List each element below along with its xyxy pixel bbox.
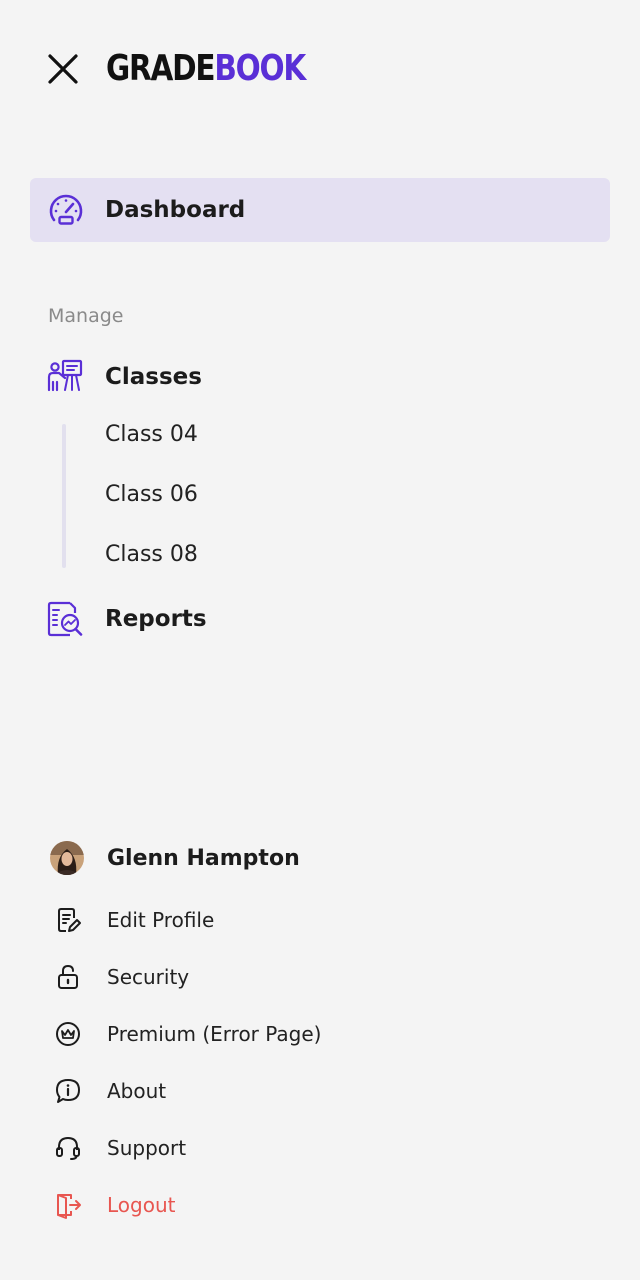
nav-item-classes[interactable]: Classes (30, 352, 610, 402)
menu-item-label: Support (107, 1136, 187, 1160)
menu-item-label: Security (107, 965, 190, 989)
sub-item-class-04[interactable]: Class 04 (105, 422, 198, 447)
menu-item-label: Edit Profile (107, 908, 215, 932)
sub-item-class-06[interactable]: Class 06 (105, 482, 198, 507)
submenu-guide-line (62, 424, 66, 568)
menu-item-premium[interactable]: Premium (Error Page) (50, 1016, 321, 1052)
presentation-icon (47, 359, 83, 392)
edit-document-icon (50, 902, 86, 938)
menu-item-support[interactable]: Support (50, 1130, 186, 1166)
menu-item-logout[interactable]: Logout (50, 1187, 175, 1223)
lock-icon (50, 959, 86, 995)
menu-item-label: Premium (Error Page) (107, 1022, 322, 1046)
menu-item-security[interactable]: Security (50, 959, 189, 995)
nav-item-reports[interactable]: Reports (30, 594, 610, 644)
user-profile[interactable]: Glenn Hampton (50, 840, 300, 876)
user-name: Glenn Hampton (107, 845, 300, 871)
close-icon[interactable] (44, 50, 82, 88)
menu-item-label: About (107, 1079, 167, 1103)
brand-logo[interactable]: GRADEBOOK (106, 51, 306, 87)
crown-icon (50, 1016, 86, 1052)
menu-item-about[interactable]: About (50, 1073, 166, 1109)
section-title: Manage (48, 305, 124, 327)
speedometer-icon (49, 194, 83, 225)
nav-item-dashboard[interactable]: Dashboard (30, 178, 610, 242)
nav-item-label: Classes (105, 364, 202, 390)
headset-icon (50, 1130, 86, 1166)
logout-icon (50, 1187, 86, 1223)
sub-item-class-08[interactable]: Class 08 (105, 542, 198, 567)
avatar (50, 841, 84, 875)
menu-item-edit-profile[interactable]: Edit Profile (50, 902, 214, 938)
report-search-icon (47, 601, 83, 637)
nav-item-label: Dashboard (105, 197, 246, 223)
header: GRADEBOOK (44, 46, 349, 92)
menu-item-label: Logout (107, 1193, 176, 1217)
nav-item-label: Reports (105, 606, 207, 632)
info-chat-icon (50, 1073, 86, 1109)
